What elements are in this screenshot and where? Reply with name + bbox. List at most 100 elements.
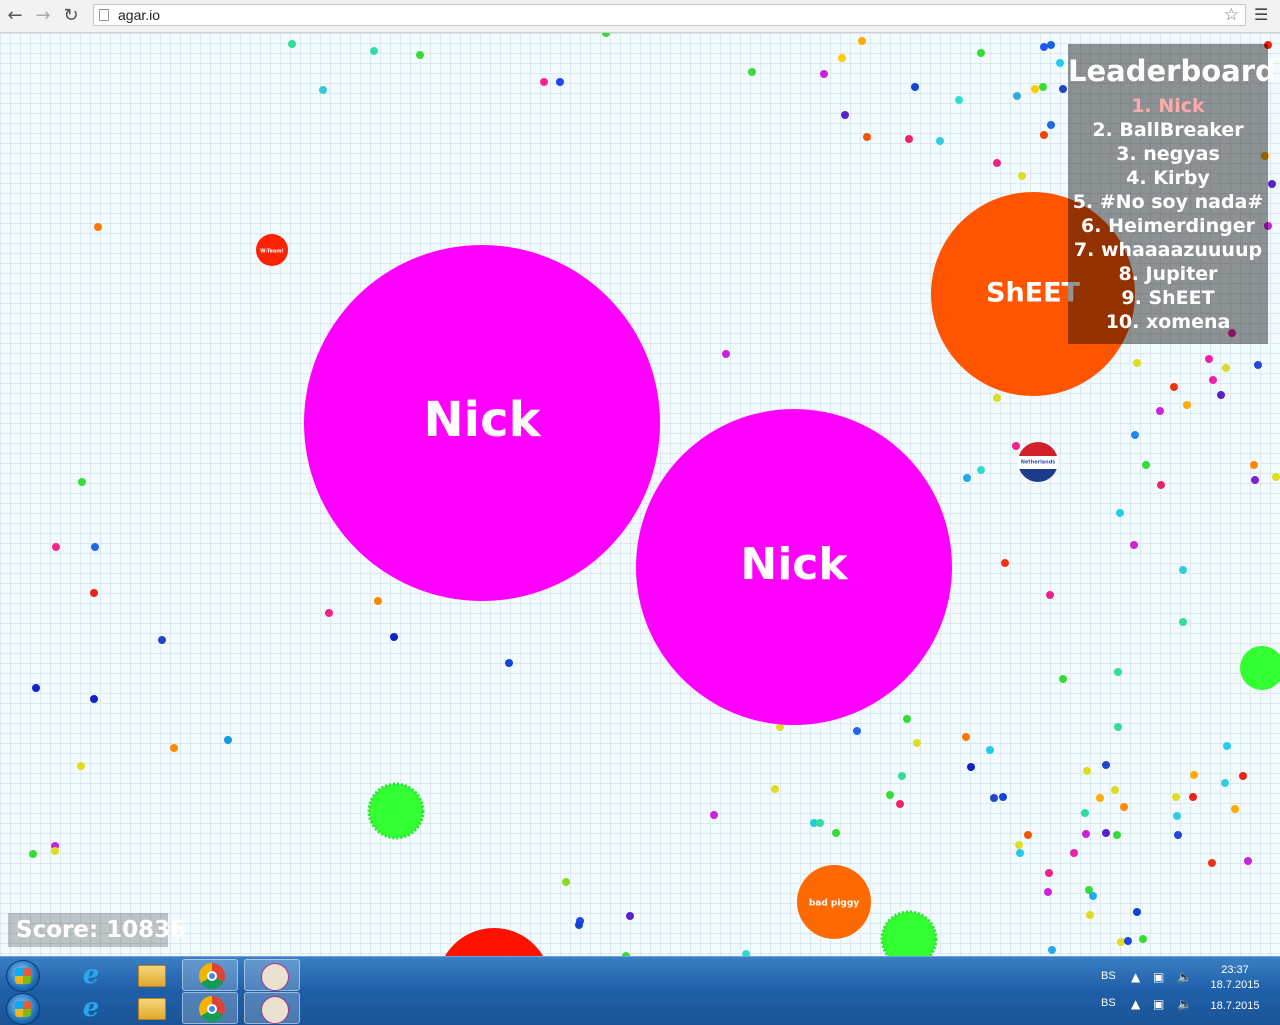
volume-icon[interactable]: 🔈 [1177, 970, 1192, 984]
food-pellet [1172, 793, 1180, 801]
file-explorer-icon[interactable] [122, 992, 178, 1024]
food-pellet [1056, 59, 1064, 67]
language-indicator[interactable]: BS [1101, 997, 1116, 1009]
taskbar-row: e BS ▲ ▣ 🔈 23:37 18.7.2015 [0, 958, 1280, 992]
enemy-cell: bad piggy [797, 865, 871, 939]
food-pellet [913, 739, 921, 747]
food-pellet [1250, 461, 1258, 469]
internet-explorer-icon[interactable]: e [62, 992, 118, 1024]
food-pellet [626, 912, 634, 920]
virus [367, 782, 425, 840]
food-pellet [1179, 618, 1187, 626]
address-bar[interactable]: agar.io ☆ [93, 4, 1246, 26]
food-pellet [158, 636, 166, 644]
food-pellet [1221, 779, 1229, 787]
volume-icon[interactable]: 🔈 [1177, 997, 1192, 1011]
food-pellet [1251, 476, 1259, 484]
food-pellet [51, 847, 59, 855]
chrome-icon[interactable] [182, 992, 238, 1024]
paint-icon[interactable] [244, 959, 300, 991]
system-clock[interactable]: 18.7.2015 [1200, 999, 1270, 1014]
food-pellet [1190, 771, 1198, 779]
food-pellet [1272, 473, 1280, 481]
leaderboard-entry: 2. BallBreaker [1092, 119, 1244, 141]
food-pellet [1040, 131, 1048, 139]
internet-explorer-icon[interactable]: e [62, 959, 118, 991]
show-hidden-icons-icon[interactable]: ▲ [1131, 970, 1140, 984]
food-pellet [1102, 761, 1110, 769]
food-pellet [1223, 742, 1231, 750]
food-pellet [602, 33, 610, 37]
food-pellet [1102, 829, 1110, 837]
network-icon[interactable]: ▣ [1153, 970, 1164, 984]
cell-name: Nick [424, 392, 542, 448]
paint-icon[interactable] [244, 992, 300, 1024]
food-pellet [288, 40, 296, 48]
food-pellet [903, 715, 911, 723]
food-pellet [722, 350, 730, 358]
food-pellet [1268, 180, 1276, 188]
virus [1240, 646, 1280, 690]
food-pellet [1156, 407, 1164, 415]
food-pellet [52, 543, 60, 551]
food-pellet [1047, 121, 1055, 129]
food-pellet [955, 96, 963, 104]
food-pellet [1013, 92, 1021, 100]
food-pellet [416, 51, 424, 59]
food-pellet [990, 794, 998, 802]
food-pellet [325, 609, 333, 617]
star-icon[interactable]: ☆ [1224, 5, 1239, 25]
back-arrow-icon[interactable]: ← [4, 5, 26, 27]
food-pellet [710, 811, 718, 819]
show-hidden-icons-icon[interactable]: ▲ [1131, 997, 1140, 1011]
score-panel: Score: 10836 [8, 913, 186, 947]
system-clock[interactable]: 23:37 18.7.2015 [1200, 963, 1270, 993]
food-pellet [858, 37, 866, 45]
food-pellet [911, 83, 919, 91]
food-pellet [1113, 831, 1121, 839]
food-pellet [94, 223, 102, 231]
food-pellet [319, 86, 327, 94]
food-pellet [1254, 361, 1262, 369]
cell-name: Nick [740, 539, 849, 590]
language-indicator[interactable]: BS [1101, 970, 1116, 982]
food-pellet [1086, 911, 1094, 919]
food-pellet [1031, 85, 1039, 93]
windows-taskbar: e BS ▲ ▣ 🔈 23:37 18.7.2015 e BS ▲ ▣ 🔈 18… [0, 956, 1280, 1025]
food-pellet [1040, 43, 1048, 51]
chrome-icon[interactable] [182, 959, 238, 991]
network-icon[interactable]: ▣ [1153, 997, 1164, 1011]
reload-icon[interactable]: ↻ [60, 5, 82, 27]
food-pellet [816, 819, 824, 827]
food-pellet [1131, 431, 1139, 439]
food-pellet [1173, 812, 1181, 820]
start-button[interactable] [6, 960, 40, 992]
food-pellet [1096, 794, 1104, 802]
food-pellet [1170, 383, 1178, 391]
clock-date: 18.7.2015 [1210, 1000, 1260, 1012]
leaderboard-entry: 4. Kirby [1126, 167, 1210, 189]
food-pellet [1016, 849, 1024, 857]
leaderboard-entry: 9. ShEET [1121, 287, 1215, 309]
food-pellet [1179, 566, 1187, 574]
food-pellet [1047, 41, 1055, 49]
leaderboard-entry: 6. Heimerdinger [1081, 215, 1255, 237]
leaderboard-entry: 1. Nick [1131, 95, 1205, 117]
food-pellet [977, 466, 985, 474]
food-pellet [1001, 559, 1009, 567]
start-button[interactable] [6, 993, 40, 1025]
hamburger-menu-icon[interactable]: ☰ [1254, 5, 1268, 24]
forward-arrow-icon[interactable]: → [32, 5, 54, 27]
food-pellet [29, 850, 37, 858]
file-explorer-icon[interactable] [122, 959, 178, 991]
cell-name: Netherlands [1021, 460, 1056, 466]
food-pellet [771, 785, 779, 793]
virus [880, 910, 938, 956]
food-pellet [896, 800, 904, 808]
food-pellet [1133, 359, 1141, 367]
food-pellet [832, 829, 840, 837]
food-pellet [1133, 908, 1141, 916]
food-pellet [1046, 591, 1054, 599]
food-pellet [1114, 668, 1122, 676]
food-pellet [853, 727, 861, 735]
